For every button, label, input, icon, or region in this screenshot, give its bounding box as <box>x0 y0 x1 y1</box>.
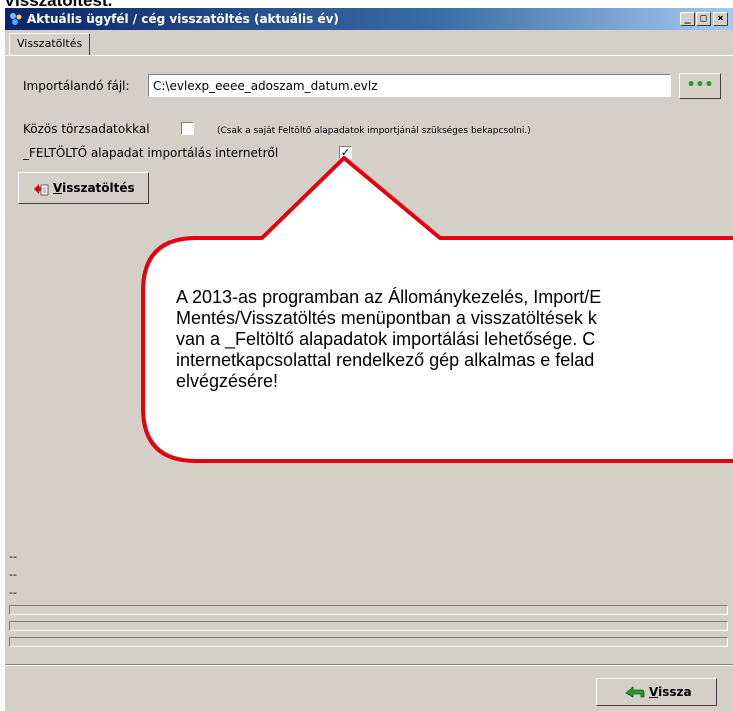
status-line-2: -- <box>9 568 17 581</box>
common-master-label: Közös törzsadatokkal <box>23 122 150 136</box>
title-bar[interactable]: Aktuális ügyfél / cég visszatöltés (aktu… <box>5 8 733 30</box>
back-arrow-icon <box>625 686 645 698</box>
feltolto-import-checkbox[interactable]: ✓ <box>339 146 352 159</box>
footer-separator <box>5 664 733 666</box>
window-title: Aktuális ügyfél / cég visszatöltés (aktu… <box>27 12 339 26</box>
progress-bar-3 <box>9 637 728 647</box>
back-button[interactable]: Vissza <box>596 678 717 706</box>
minimize-button[interactable]: _ <box>680 12 695 26</box>
progress-bar-2 <box>9 621 728 631</box>
progress-bar-1 <box>9 605 728 615</box>
callout-text: A 2013-as programban az Állománykezelés,… <box>176 287 602 391</box>
status-line-3: -- <box>9 586 17 599</box>
common-master-hint: (Csak a saját Feltöltő alapadatok import… <box>217 126 531 136</box>
common-master-checkbox[interactable] <box>181 122 194 135</box>
restore-button[interactable]: Visszatöltés <box>18 172 149 204</box>
browse-button[interactable]: ••• <box>679 73 721 99</box>
maximize-button[interactable]: □ <box>696 12 711 26</box>
tab-panel-border <box>5 55 733 56</box>
tab-strip: Visszatöltés <box>5 30 733 56</box>
close-button[interactable]: × <box>713 12 728 26</box>
app-icon <box>10 13 22 25</box>
tab-visszatoltes[interactable]: Visszatöltés <box>9 33 91 55</box>
restore-button-label: Visszatöltés <box>53 181 135 195</box>
back-button-label: Vissza <box>649 685 692 699</box>
restore-icon <box>34 184 49 196</box>
status-line-1: -- <box>9 550 17 563</box>
import-file-input[interactable] <box>148 74 671 97</box>
feltolto-import-label: _FELTÖLTŐ alapadat importálás internetrő… <box>23 146 279 160</box>
import-file-label: Importálandó fájl: <box>23 79 130 93</box>
